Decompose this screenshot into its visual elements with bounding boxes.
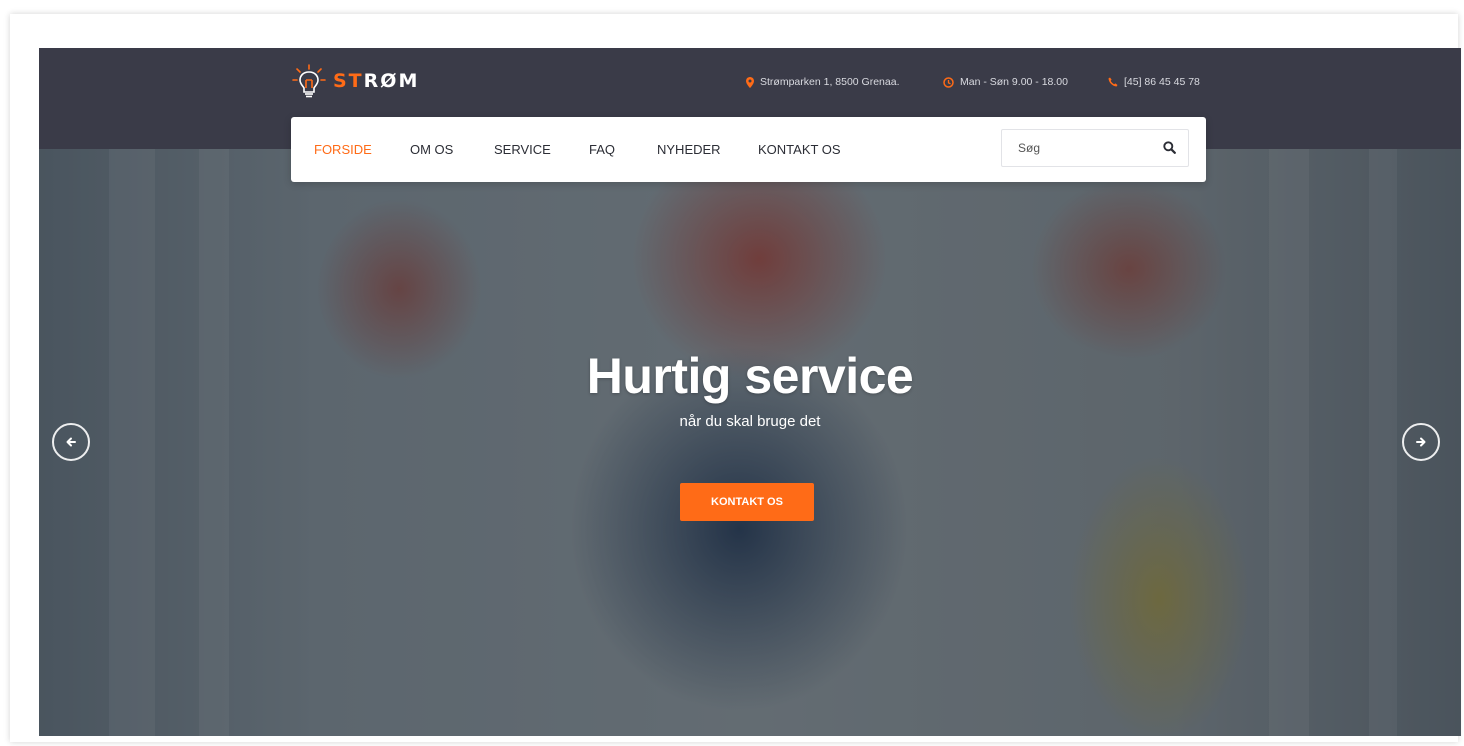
nav-item-nyheder[interactable]: NYHEDER	[657, 117, 721, 182]
contact-phone[interactable]: [45] 86 45 45 78	[1108, 76, 1200, 88]
arrow-left-icon	[65, 436, 77, 448]
browser-frame: STRØM Strømparken 1, 8500 Grenaa. Man - …	[10, 14, 1461, 742]
address-text: Strømparken 1, 8500 Grenaa.	[760, 76, 900, 88]
brand-name: STRØM	[333, 70, 419, 92]
brand-name-accent: ST	[333, 70, 364, 92]
phone-text: [45] 86 45 45 78	[1124, 76, 1200, 88]
hero-title: Hurtig service	[586, 348, 914, 404]
clock-icon	[943, 76, 954, 88]
website: STRØM Strømparken 1, 8500 Grenaa. Man - …	[39, 48, 1461, 736]
nav-item-faq[interactable]: FAQ	[589, 117, 615, 182]
search-input[interactable]	[1016, 140, 1160, 156]
hero-subtitle: når du skal bruge det	[679, 413, 821, 430]
lightbulb-icon	[291, 63, 327, 99]
slider-next-button[interactable]	[1402, 423, 1440, 461]
hero-overlay	[39, 149, 1461, 736]
nav-item-om-os[interactable]: OM OS	[410, 117, 453, 182]
main-navigation: FORSIDE OM OS SERVICE FAQ NYHEDER KONTAK…	[291, 117, 1206, 182]
contact-button[interactable]: KONTAKT OS	[680, 483, 814, 521]
hours-text: Man - Søn 9.00 - 18.00	[960, 76, 1068, 88]
brand-name-rest: RØM	[363, 70, 420, 92]
map-pin-icon	[746, 76, 754, 88]
arrow-right-icon	[1415, 436, 1427, 448]
search-icon[interactable]	[1163, 141, 1176, 154]
contact-hours: Man - Søn 9.00 - 18.00	[943, 76, 1068, 88]
nav-item-service[interactable]: SERVICE	[494, 117, 551, 182]
contact-address: Strømparken 1, 8500 Grenaa.	[746, 76, 900, 88]
logo[interactable]: STRØM	[291, 61, 419, 101]
phone-icon	[1108, 77, 1118, 87]
nav-item-forside[interactable]: FORSIDE	[314, 117, 372, 182]
search-box	[1001, 129, 1189, 167]
hero-slider: Hurtig service når du skal bruge det KON…	[39, 149, 1461, 736]
slider-prev-button[interactable]	[52, 423, 90, 461]
nav-item-kontakt-os[interactable]: KONTAKT OS	[758, 117, 841, 182]
